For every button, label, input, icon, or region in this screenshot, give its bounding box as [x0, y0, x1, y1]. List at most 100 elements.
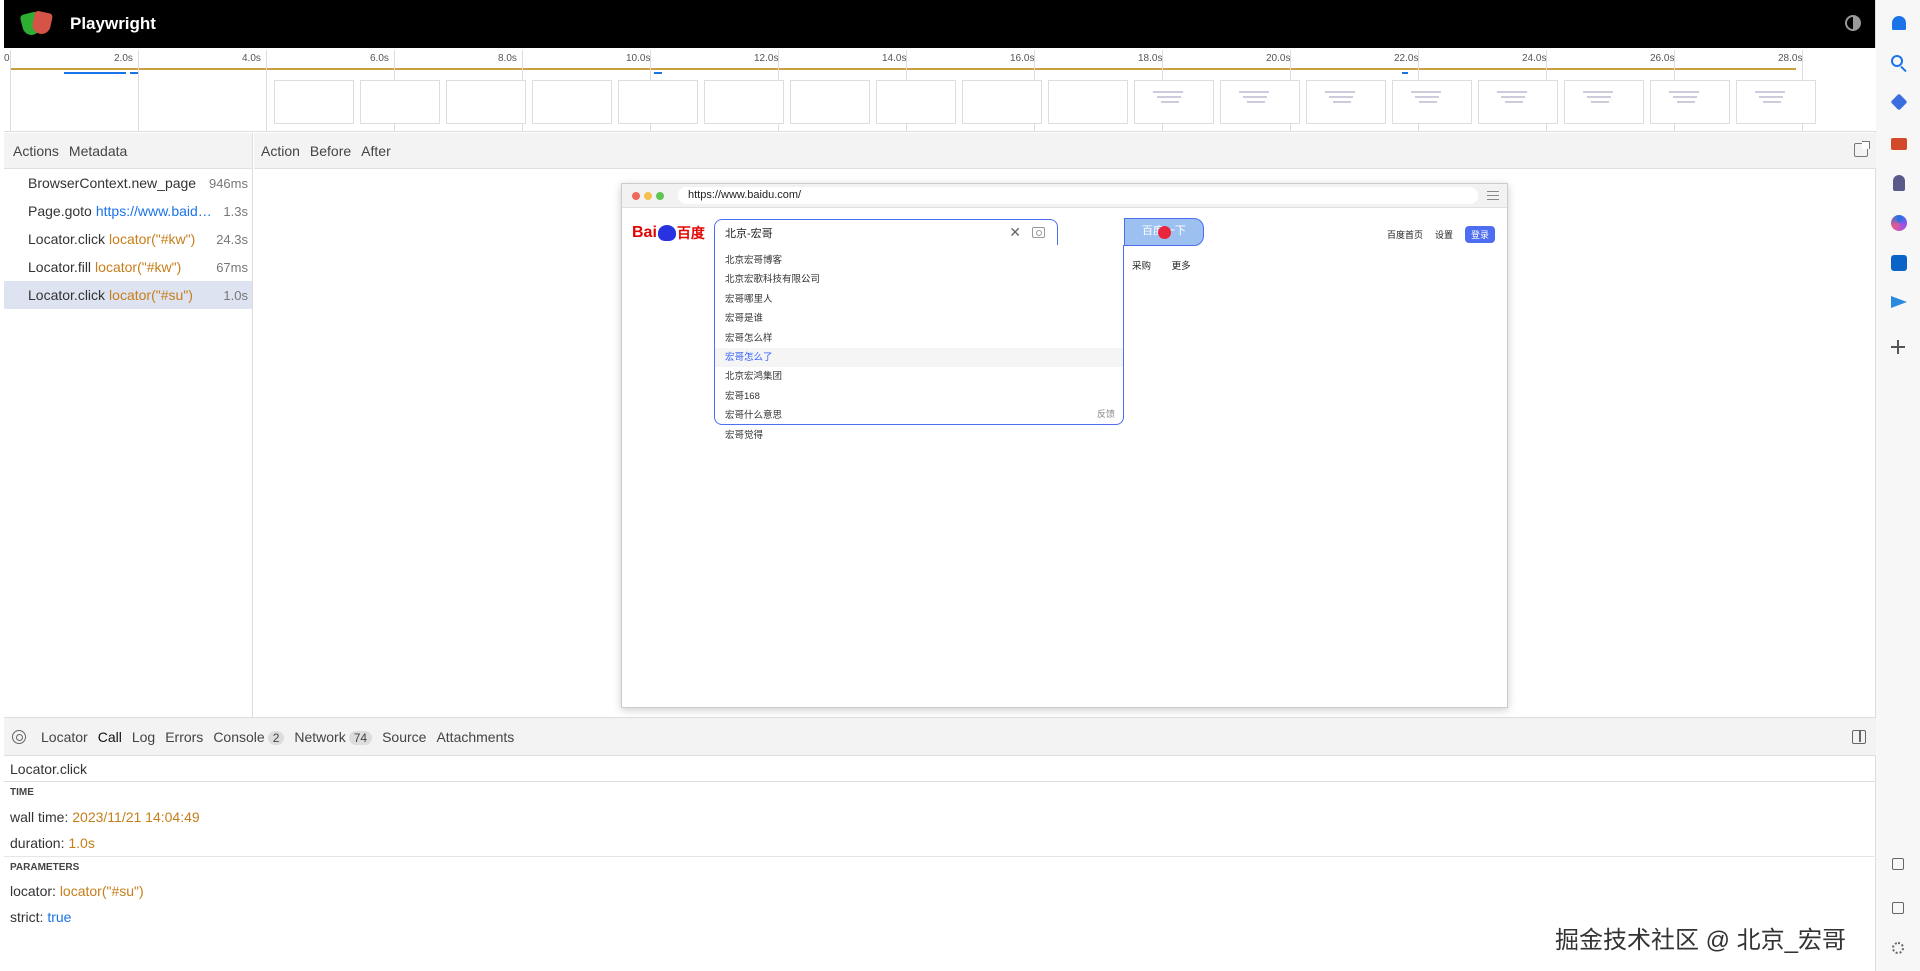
- action-duration: 1.3s: [223, 203, 248, 219]
- tab-errors[interactable]: Errors: [160, 729, 208, 745]
- filmstrip-thumbnail[interactable]: [1306, 80, 1386, 124]
- tab-locator[interactable]: Locator: [36, 729, 93, 745]
- strict-label: strict:: [10, 909, 44, 925]
- suggestion-item[interactable]: 北京宏歌科技有限公司: [715, 270, 1123, 289]
- tab-console[interactable]: Console 2: [208, 729, 289, 745]
- snapshot-tabbar: Action Before After: [254, 133, 1876, 169]
- details-tabbar: Locator Call Log Errors Console 2 Network…: [4, 718, 1876, 756]
- theme-toggle-icon[interactable]: [1845, 15, 1861, 31]
- filmstrip-thumbnail[interactable]: [446, 80, 526, 124]
- tab-log[interactable]: Log: [127, 729, 160, 745]
- wall-time-value: 2023/11/21 14:04:49: [72, 809, 200, 825]
- action-row[interactable]: Locator.fill locator("#kw") 67ms: [4, 253, 252, 281]
- feedback-link[interactable]: 反馈: [1097, 407, 1115, 420]
- action-name: Locator.fill: [28, 259, 92, 275]
- filmstrip-thumbnail[interactable]: [360, 80, 440, 124]
- suggestion-item[interactable]: 宏哥168: [715, 387, 1123, 406]
- briefcase-icon[interactable]: [1891, 138, 1907, 150]
- filmstrip-thumbnail[interactable]: [1564, 80, 1644, 124]
- tab-source[interactable]: Source: [377, 729, 431, 745]
- tab-attachments[interactable]: Attachments: [431, 729, 519, 745]
- screenshot-icon[interactable]: [1892, 858, 1904, 870]
- login-button[interactable]: 登录: [1464, 226, 1495, 243]
- tag-icon[interactable]: [1890, 93, 1908, 111]
- filmstrip-thumbnail[interactable]: [1392, 80, 1472, 124]
- action-duration: 1.0s: [223, 287, 248, 303]
- playwright-trace-viewer: Playwright 0 2.0s 4.0s 6.0s 8.0s 10.0s 12.0s 14…: [4, 0, 1876, 971]
- copilot-icon[interactable]: [1891, 215, 1907, 231]
- link-home[interactable]: 百度首页: [1387, 228, 1423, 241]
- snapshot-url: https://www.baidu.com/: [678, 187, 1478, 204]
- toggle-layout-icon[interactable]: [1852, 730, 1866, 744]
- filmstrip-thumbnail[interactable]: [962, 80, 1042, 124]
- filmstrip-thumbnail[interactable]: [1134, 80, 1214, 124]
- chess-icon[interactable]: [1893, 175, 1905, 191]
- baidu-search-button[interactable]: 百度一下: [1124, 218, 1204, 246]
- plus-icon[interactable]: [1891, 340, 1905, 354]
- snapshot-pane: Action Before After https://www.baidu.co…: [254, 133, 1876, 717]
- action-arg: locator("#kw"): [95, 259, 182, 275]
- tab-before[interactable]: Before: [305, 143, 356, 159]
- open-in-new-window-icon[interactable]: [1854, 141, 1870, 157]
- filmstrip-thumbnail[interactable]: [876, 80, 956, 124]
- gear-icon[interactable]: [1892, 942, 1904, 954]
- nav-link-purchase[interactable]: 采购: [1132, 261, 1151, 272]
- suggestion-item[interactable]: 宏哥怎么样: [715, 329, 1123, 348]
- filmstrip-thumbnail[interactable]: [704, 80, 784, 124]
- filmstrip-thumbnail[interactable]: [1736, 80, 1816, 124]
- tab-metadata[interactable]: Metadata: [64, 143, 132, 159]
- suggestion-item[interactable]: 宏哥哪里人: [715, 290, 1123, 309]
- send-icon[interactable]: [1891, 296, 1907, 308]
- filmstrip-thumbnail[interactable]: [1650, 80, 1730, 124]
- time-section-header: TIME: [10, 787, 34, 798]
- tab-call[interactable]: Call: [93, 729, 127, 745]
- filmstrip-thumbnail[interactable]: [618, 80, 698, 124]
- timeline-tick: [138, 50, 139, 131]
- timeline-tick-label: 8.0s: [498, 53, 517, 64]
- filmstrip-thumbnail[interactable]: [1220, 80, 1300, 124]
- outlook-icon[interactable]: [1891, 255, 1907, 271]
- suggestion-item[interactable]: 宏哥是谁: [715, 309, 1123, 328]
- suggestion-item[interactable]: 宏哥觉得: [715, 426, 1123, 445]
- suggestion-item[interactable]: 北京宏鸿集团: [715, 367, 1123, 386]
- camera-icon[interactable]: [1032, 227, 1045, 238]
- wall-time-label: wall time:: [10, 809, 69, 825]
- tab-action[interactable]: Action: [256, 143, 305, 159]
- nav-link-more[interactable]: 更多: [1172, 261, 1191, 272]
- timeline-tick-label: 4.0s: [242, 53, 261, 64]
- timeline-tick-label: 6.0s: [370, 53, 389, 64]
- search-icon[interactable]: [1891, 55, 1903, 67]
- action-row[interactable]: Page.gotohttps://www.baidu.com/1.3s: [4, 197, 252, 225]
- suggestion-item[interactable]: 宏哥怎么了: [715, 347, 1123, 368]
- timeline-tick-label: 14.0s: [882, 53, 907, 64]
- filmstrip-thumbnail[interactable]: [1478, 80, 1558, 124]
- timeline-network-mark: [130, 72, 138, 74]
- filmstrip-thumbnail[interactable]: [790, 80, 870, 124]
- action-row[interactable]: BrowserContext.new_page 946ms: [4, 169, 252, 197]
- timeline-tick-label: 10.0s: [626, 53, 651, 64]
- bell-icon[interactable]: [1892, 16, 1906, 30]
- timeline[interactable]: 0 2.0s 4.0s 6.0s 8.0s 10.0s 12.0s 14.0s 16.0s 18.…: [4, 48, 1876, 132]
- tab-after[interactable]: After: [356, 143, 396, 159]
- tab-network[interactable]: Network 74: [289, 729, 377, 745]
- timeline-tick-label: 22.0s: [1394, 53, 1419, 64]
- pick-locator-icon[interactable]: [12, 729, 26, 744]
- clear-icon[interactable]: ✕: [1009, 224, 1021, 241]
- strict-value: true: [47, 909, 72, 925]
- action-row[interactable]: Locator.click locator("#su") 1.0s: [4, 281, 252, 309]
- nav-links: 采购 更多: [1132, 258, 1209, 272]
- duration-value: 1.0s: [68, 835, 95, 851]
- filmstrip-thumbnail[interactable]: [1048, 80, 1128, 124]
- search-value: 北京-宏哥: [725, 227, 773, 240]
- details-panel: Locator Call Log Errors Console 2 Network…: [4, 717, 1876, 971]
- suggestion-item[interactable]: 北京宏哥博客: [715, 251, 1123, 270]
- tab-actions[interactable]: Actions: [8, 143, 64, 159]
- suggestion-item[interactable]: 宏哥什么意思: [715, 406, 1123, 425]
- action-row[interactable]: Locator.click locator("#kw") 24.3s: [4, 225, 252, 253]
- filmstrip-thumbnail[interactable]: [274, 80, 354, 124]
- baidu-search-input[interactable]: 北京-宏哥 ✕: [714, 219, 1058, 245]
- external-link-icon[interactable]: [1892, 902, 1904, 914]
- filmstrip-thumbnail[interactable]: [532, 80, 612, 124]
- link-settings[interactable]: 设置: [1435, 228, 1453, 241]
- close-dot-icon: [632, 191, 640, 200]
